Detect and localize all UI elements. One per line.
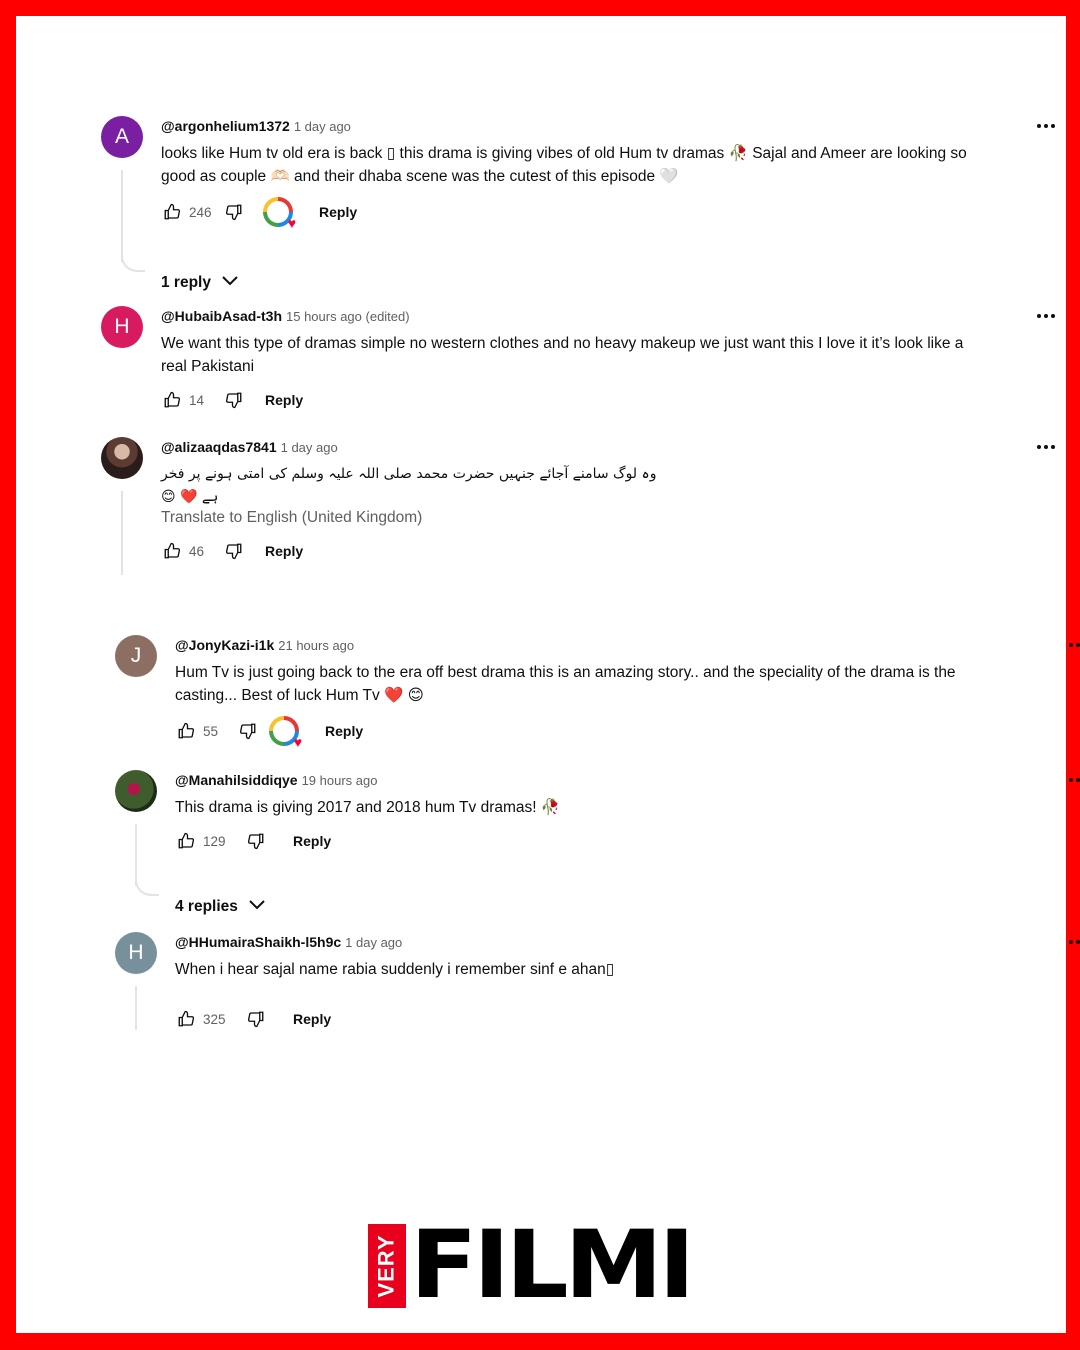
comment-text: looks like Hum tv old era is back ▯ this…: [161, 142, 1021, 188]
comment-text-line: casting... Best of luck Hum Tv ❤️ 😊: [175, 687, 424, 704]
like-count: 246: [189, 204, 212, 220]
avatar[interactable]: [115, 770, 157, 812]
timestamp[interactable]: 19 hours ago: [302, 773, 378, 788]
author-name[interactable]: @alizaaqdas7841: [161, 439, 277, 455]
comment: H @HHumairaShaikh-l5h9c 1 day ago When i …: [115, 932, 1080, 1032]
comment-actions: 55 ♥ Reply: [175, 716, 363, 749]
more-options-icon[interactable]: [1031, 116, 1061, 136]
comment: @Manahilsiddiqye 19 hours ago This drama …: [115, 770, 1080, 915]
comment-header: @argonhelium1372 1 day ago: [161, 118, 351, 134]
thread-curve: [135, 872, 159, 896]
avatar[interactable]: H: [101, 306, 143, 348]
author-name[interactable]: @HHumairaShaikh-l5h9c: [175, 934, 341, 950]
like-icon[interactable]: [161, 540, 183, 562]
author-name[interactable]: @JonyKazi-i1k: [175, 637, 274, 653]
like-icon[interactable]: [161, 389, 183, 411]
comment-text: This drama is giving 2017 and 2018 hum T…: [175, 796, 1035, 819]
dislike-icon[interactable]: [245, 830, 267, 852]
comment: A @argonhelium1372 1 day ago looks like H…: [101, 116, 1061, 291]
timestamp[interactable]: 21 hours ago: [278, 638, 354, 653]
more-options-icon[interactable]: [1063, 770, 1080, 790]
reply-button[interactable]: Reply: [293, 833, 331, 849]
timestamp[interactable]: 1 day ago: [345, 935, 402, 950]
more-options-icon[interactable]: [1063, 635, 1080, 655]
like-count: 55: [203, 723, 219, 739]
like-icon[interactable]: [175, 1008, 197, 1030]
thread-line: [121, 491, 123, 575]
replies-label: 1 reply: [161, 274, 211, 291]
comment: @alizaaqdas7841 1 day ago وہ لوگ سامنے آج…: [101, 437, 1061, 577]
comment-header: @HHumairaShaikh-l5h9c 1 day ago: [175, 934, 402, 950]
comment: J @JonyKazi-i1k 21 hours ago Hum Tv is ju…: [115, 635, 1080, 749]
comments-card: A @argonhelium1372 1 day ago looks like H…: [16, 16, 1080, 1333]
translate-link[interactable]: Translate to English (United Kingdom): [161, 509, 422, 527]
dislike-icon[interactable]: [245, 1008, 267, 1030]
like-count: 46: [189, 543, 205, 559]
dislike-icon[interactable]: [237, 720, 259, 742]
logo-very: VERY: [368, 1224, 406, 1308]
like-icon[interactable]: [175, 830, 197, 852]
comment-actions: 46 Reply: [161, 539, 303, 563]
comment-text-line: This drama is giving 2017 and 2018 hum T…: [175, 799, 561, 816]
reply-button[interactable]: Reply: [293, 1011, 331, 1027]
reply-button[interactable]: Reply: [265, 543, 303, 559]
view-replies-button[interactable]: 1 reply: [161, 274, 239, 292]
comment-text-line: looks like Hum tv old era is back ▯ this…: [161, 145, 967, 162]
dislike-icon[interactable]: [223, 201, 245, 223]
reply-button[interactable]: Reply: [265, 392, 303, 408]
comment-text-line: وہ لوگ سامنے آجائے جنہیں حضرت محمد صلی ا…: [161, 466, 657, 505]
comment-text: When i hear sajal name rabia suddenly i …: [175, 958, 1035, 981]
like-count: 129: [203, 833, 226, 849]
author-name[interactable]: @HubaibAsad-t3h: [161, 308, 282, 324]
like-icon[interactable]: [161, 201, 183, 223]
avatar[interactable]: H: [115, 932, 157, 974]
comment-text: We want this type of dramas simple no we…: [161, 332, 1021, 378]
avatar[interactable]: [101, 437, 143, 479]
comment-text-line: good as couple 🫶🏻 and their dhaba scene …: [161, 168, 679, 185]
comment: H @HubaibAsad-t3h 15 hours ago (edited) W…: [101, 306, 1061, 416]
dislike-icon[interactable]: [223, 389, 245, 411]
reply-button[interactable]: Reply: [319, 204, 357, 220]
chevron-down-icon: [248, 898, 266, 916]
thread-curve: [121, 248, 145, 272]
like-count: 325: [203, 1011, 226, 1027]
timestamp[interactable]: 15 hours ago (edited): [286, 309, 410, 324]
comment-actions: 246 ♥ Reply: [161, 197, 357, 230]
comment-text: Hum Tv is just going back to the era off…: [175, 661, 1035, 707]
comment-header: @HubaibAsad-t3h 15 hours ago (edited): [161, 308, 410, 324]
comment-actions: 14 Reply: [161, 388, 303, 412]
like-icon[interactable]: [175, 720, 197, 742]
like-count: 14: [189, 392, 205, 408]
creator-heart-icon: ♥: [269, 716, 302, 749]
timestamp[interactable]: 1 day ago: [281, 440, 338, 455]
avatar[interactable]: J: [115, 635, 157, 677]
comment-actions: 129 Reply: [175, 829, 331, 853]
chevron-down-icon: [221, 274, 239, 292]
more-options-icon[interactable]: [1063, 932, 1080, 952]
reply-button[interactable]: Reply: [325, 723, 363, 739]
comment-text: وہ لوگ سامنے آجائے جنہیں حضرت محمد صلی ا…: [161, 463, 677, 509]
logo-filmi: FILMI: [410, 1211, 695, 1320]
comment-text-line: real Pakistani: [161, 358, 255, 375]
replies-label: 4 replies: [175, 898, 238, 915]
more-options-icon[interactable]: [1031, 437, 1061, 457]
creator-heart-icon: ♥: [263, 197, 296, 230]
comment-actions: 325 Reply: [175, 1007, 331, 1031]
very-filmi-logo: VERY FILMI: [368, 1219, 695, 1313]
author-name[interactable]: @argonhelium1372: [161, 118, 290, 134]
thread-line: [135, 986, 137, 1030]
dislike-icon[interactable]: [223, 540, 245, 562]
comment-text-line: When i hear sajal name rabia suddenly i …: [175, 961, 615, 978]
comment-header: @JonyKazi-i1k 21 hours ago: [175, 637, 354, 653]
author-name[interactable]: @Manahilsiddiqye: [175, 772, 298, 788]
comment-header: @Manahilsiddiqye 19 hours ago: [175, 772, 377, 788]
more-options-icon[interactable]: [1031, 306, 1061, 326]
comment-text-line: We want this type of dramas simple no we…: [161, 335, 964, 352]
view-replies-button[interactable]: 4 replies: [175, 898, 266, 916]
comment-text-line: Hum Tv is just going back to the era off…: [175, 664, 956, 681]
comment-header: @alizaaqdas7841 1 day ago: [161, 439, 338, 455]
avatar[interactable]: A: [101, 116, 143, 158]
timestamp[interactable]: 1 day ago: [294, 119, 351, 134]
